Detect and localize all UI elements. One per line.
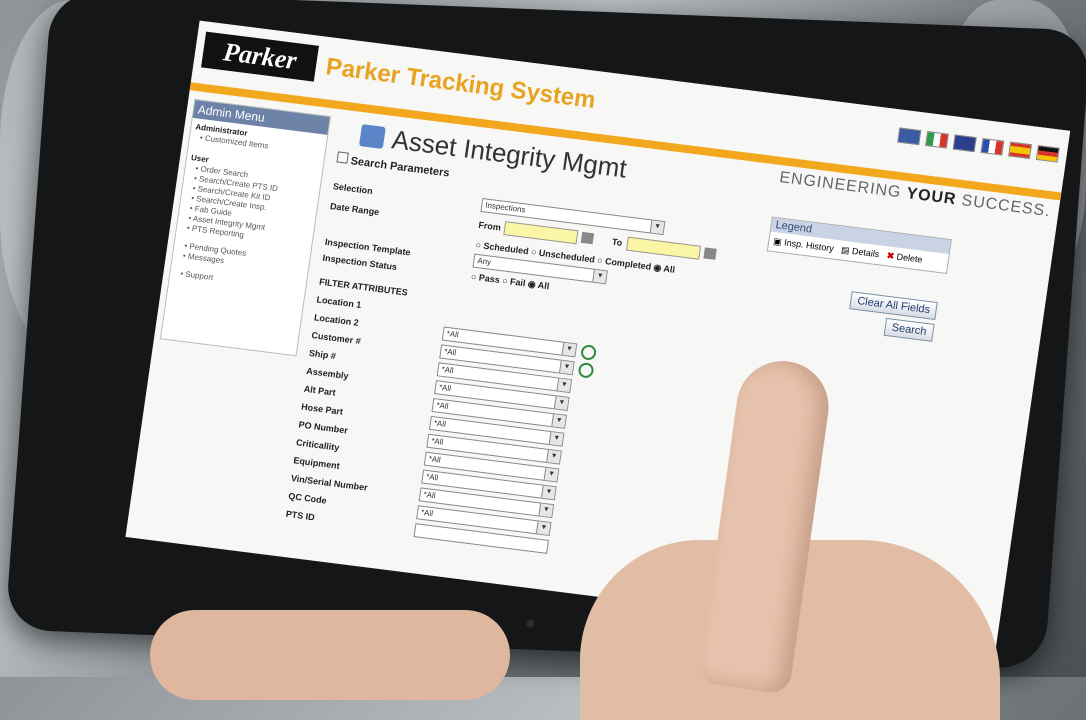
filter-label-location-2: Location 2 bbox=[313, 312, 360, 328]
date-range-label: Date Range bbox=[329, 201, 380, 218]
refresh-icon[interactable] bbox=[580, 344, 598, 361]
select-value: *All bbox=[430, 436, 444, 447]
radio-status-all[interactable]: All bbox=[537, 280, 550, 291]
chevron-down-icon[interactable]: ▼ bbox=[548, 432, 564, 446]
refresh-icon[interactable] bbox=[577, 361, 595, 379]
selection-label: Selection bbox=[332, 181, 374, 197]
filter-label-customer: Customer # bbox=[310, 330, 362, 347]
select-value: *All bbox=[433, 418, 447, 429]
chevron-down-icon[interactable]: ▼ bbox=[541, 485, 556, 500]
chevron-down-icon[interactable]: ▼ bbox=[556, 378, 572, 392]
from-date-field[interactable] bbox=[503, 221, 579, 245]
select-value: *All bbox=[446, 329, 460, 340]
to-date-field[interactable] bbox=[625, 236, 702, 260]
filter-label-alt-part: Alt Part bbox=[303, 383, 337, 398]
template-value: Any bbox=[476, 256, 492, 267]
chevron-down-icon[interactable]: ▼ bbox=[535, 521, 551, 535]
legend: Legend ▣ Insp. History ▤ Details ✖ Delet… bbox=[766, 216, 952, 274]
filter-label-assembly: Assembly bbox=[305, 365, 350, 382]
select-value: *All bbox=[428, 454, 442, 465]
usa-flag-icon[interactable] bbox=[897, 127, 922, 146]
clear-all-fields-button[interactable]: Clear All Fields bbox=[849, 291, 939, 321]
legend-history: Insp. History bbox=[783, 237, 835, 254]
to-label: To bbox=[611, 236, 624, 248]
camera-icon bbox=[526, 619, 535, 628]
filter-label-criticallity: Criticallity bbox=[295, 437, 340, 453]
radio-completed[interactable]: Completed bbox=[604, 256, 651, 272]
legend-details: Details bbox=[851, 245, 881, 260]
menu-label: Support bbox=[184, 269, 214, 283]
radio-fail[interactable]: Fail bbox=[509, 276, 526, 288]
france-flag-icon[interactable] bbox=[980, 137, 1005, 156]
calendar-icon[interactable] bbox=[703, 247, 717, 260]
delete-icon: ✖ bbox=[886, 250, 895, 262]
thumb bbox=[150, 610, 510, 700]
chevron-down-icon[interactable]: ▼ bbox=[559, 360, 574, 375]
from-label: From bbox=[477, 219, 502, 233]
language-flags bbox=[897, 127, 1060, 163]
filter-label-pts-id: PTS ID bbox=[285, 508, 316, 523]
radio-all[interactable]: All bbox=[663, 263, 676, 274]
search-button[interactable]: Search bbox=[883, 317, 935, 342]
select-value: *All bbox=[441, 364, 455, 376]
chevron-down-icon[interactable]: ▼ bbox=[561, 342, 577, 357]
uk-flag-icon[interactable] bbox=[952, 134, 977, 153]
parker-logo: Parker bbox=[201, 31, 319, 82]
select-value: *All bbox=[420, 507, 434, 519]
asset-icon bbox=[358, 124, 386, 149]
history-icon: ▣ bbox=[772, 235, 783, 247]
chevron-down-icon[interactable]: ▼ bbox=[649, 220, 665, 234]
chevron-down-icon[interactable]: ▼ bbox=[546, 449, 561, 464]
calendar-icon[interactable] bbox=[580, 231, 595, 245]
select-value: *All bbox=[423, 489, 437, 501]
filter-label-po-number: PO Number bbox=[298, 419, 349, 436]
germany-flag-icon[interactable] bbox=[1035, 145, 1060, 163]
filter-label-qc-code: QC Code bbox=[287, 490, 328, 506]
chevron-down-icon[interactable]: ▼ bbox=[553, 396, 569, 410]
chevron-down-icon[interactable]: ▼ bbox=[551, 414, 566, 428]
collapse-icon[interactable] bbox=[336, 151, 349, 164]
spain-flag-icon[interactable] bbox=[1008, 141, 1033, 160]
filter-label-equipment: Equipment bbox=[292, 455, 341, 471]
filter-label-location-1: Location 1 bbox=[316, 294, 362, 310]
select-value: *All bbox=[435, 400, 450, 411]
italy-flag-icon[interactable] bbox=[925, 130, 949, 149]
chevron-down-icon[interactable]: ▼ bbox=[538, 503, 554, 518]
screen: Parker Parker Tracking System ENGINEERIN… bbox=[125, 20, 1071, 648]
legend-delete: Delete bbox=[895, 251, 924, 265]
select-value: *All bbox=[443, 346, 457, 358]
radio-pass[interactable]: Pass bbox=[478, 272, 500, 285]
admin-menu: Admin Menu Administrator • Customized It… bbox=[159, 98, 331, 357]
chevron-down-icon[interactable]: ▼ bbox=[543, 467, 559, 482]
inspection-status-label: Inspection Status bbox=[322, 252, 398, 273]
select-value: *All bbox=[438, 382, 452, 394]
filter-label-vin-serial: Vin/Serial Number bbox=[290, 473, 369, 493]
chevron-down-icon[interactable]: ▼ bbox=[592, 269, 607, 284]
filter-attributes-heading: FILTER ATTRIBUTES bbox=[318, 276, 409, 298]
select-value: *All bbox=[425, 471, 439, 483]
filter-label-hose-part: Hose Part bbox=[300, 401, 344, 417]
radio-scheduled[interactable]: Scheduled bbox=[483, 241, 529, 257]
filter-label-ship: Ship # bbox=[308, 347, 337, 362]
details-icon: ▤ bbox=[840, 244, 851, 256]
selection-value: Inspections bbox=[484, 200, 527, 215]
